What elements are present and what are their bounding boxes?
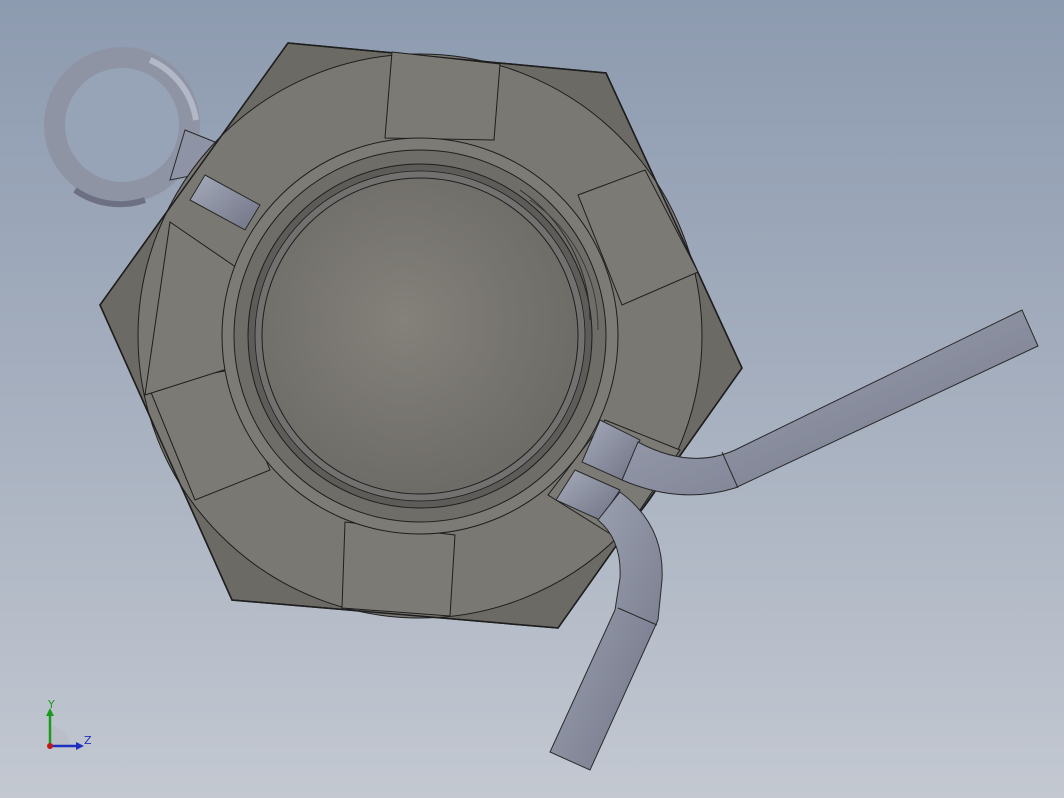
triad-y-label: Y (47, 698, 55, 711)
triad-plane-indicator (50, 726, 70, 746)
triad-z-label: Z (84, 734, 92, 747)
triad-x-axis-dot (47, 743, 53, 749)
triad-z-arrow-icon (76, 742, 84, 750)
graphics-viewport[interactable]: Y Z (0, 0, 1064, 798)
model-view[interactable] (0, 0, 1064, 798)
cotter-pin-eye[interactable] (44, 47, 200, 208)
orientation-triad[interactable]: Y Z (40, 696, 100, 756)
